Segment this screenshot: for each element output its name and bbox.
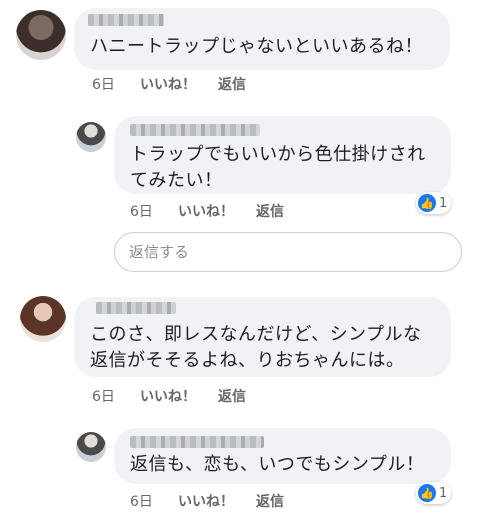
reply-input[interactable] xyxy=(114,232,462,272)
avatar[interactable] xyxy=(76,432,106,462)
comment-text: このさ、即レスなんだけど、シンプルな返信がそそるよね、りおちゃんには。 xyxy=(90,324,422,371)
commenter-name-blurred[interactable] xyxy=(130,436,264,448)
like-button[interactable]: いいね！ xyxy=(178,201,234,221)
reply-button[interactable]: 返信 xyxy=(256,201,284,221)
like-button[interactable]: いいね！ xyxy=(140,386,196,406)
timestamp[interactable]: 6日 xyxy=(92,386,140,406)
comment-text: トラップでもいいから色仕掛けされてみたい！ xyxy=(130,144,426,191)
thumbs-up-icon: 👍 xyxy=(418,484,436,502)
comment-meta: 6日 いいね！ 返信 xyxy=(92,74,246,94)
commenter-name-blurred[interactable] xyxy=(96,302,176,314)
reaction-count-value: 1 xyxy=(439,485,448,501)
timestamp[interactable]: 6日 xyxy=(130,491,178,511)
comment-text: ハニートラップじゃないといいあるね！ xyxy=(90,36,423,57)
reaction-count-value: 1 xyxy=(439,195,448,211)
reply-button[interactable]: 返信 xyxy=(218,74,246,94)
avatar[interactable] xyxy=(16,10,66,60)
reply-button[interactable]: 返信 xyxy=(218,386,246,406)
reaction-count[interactable]: 👍 1 xyxy=(416,482,452,504)
reply-button[interactable]: 返信 xyxy=(256,491,284,511)
avatar[interactable] xyxy=(20,296,66,342)
reaction-count[interactable]: 👍 1 xyxy=(416,192,452,214)
thumbs-up-icon: 👍 xyxy=(418,194,436,212)
commenter-name-blurred[interactable] xyxy=(88,14,164,26)
commenter-name-blurred[interactable] xyxy=(130,124,260,136)
comment-meta: 6日 いいね！ 返信 xyxy=(92,386,246,406)
avatar[interactable] xyxy=(76,122,106,152)
timestamp[interactable]: 6日 xyxy=(130,201,178,221)
like-button[interactable]: いいね！ xyxy=(178,491,234,511)
comment-meta: 6日 いいね！ 返信 xyxy=(130,201,284,221)
timestamp[interactable]: 6日 xyxy=(92,74,140,94)
comment-meta: 6日 いいね！ 返信 xyxy=(130,491,284,511)
like-button[interactable]: いいね！ xyxy=(140,74,196,94)
comment-text: 返信も、恋も、いつでもシンプル！ xyxy=(130,454,425,475)
